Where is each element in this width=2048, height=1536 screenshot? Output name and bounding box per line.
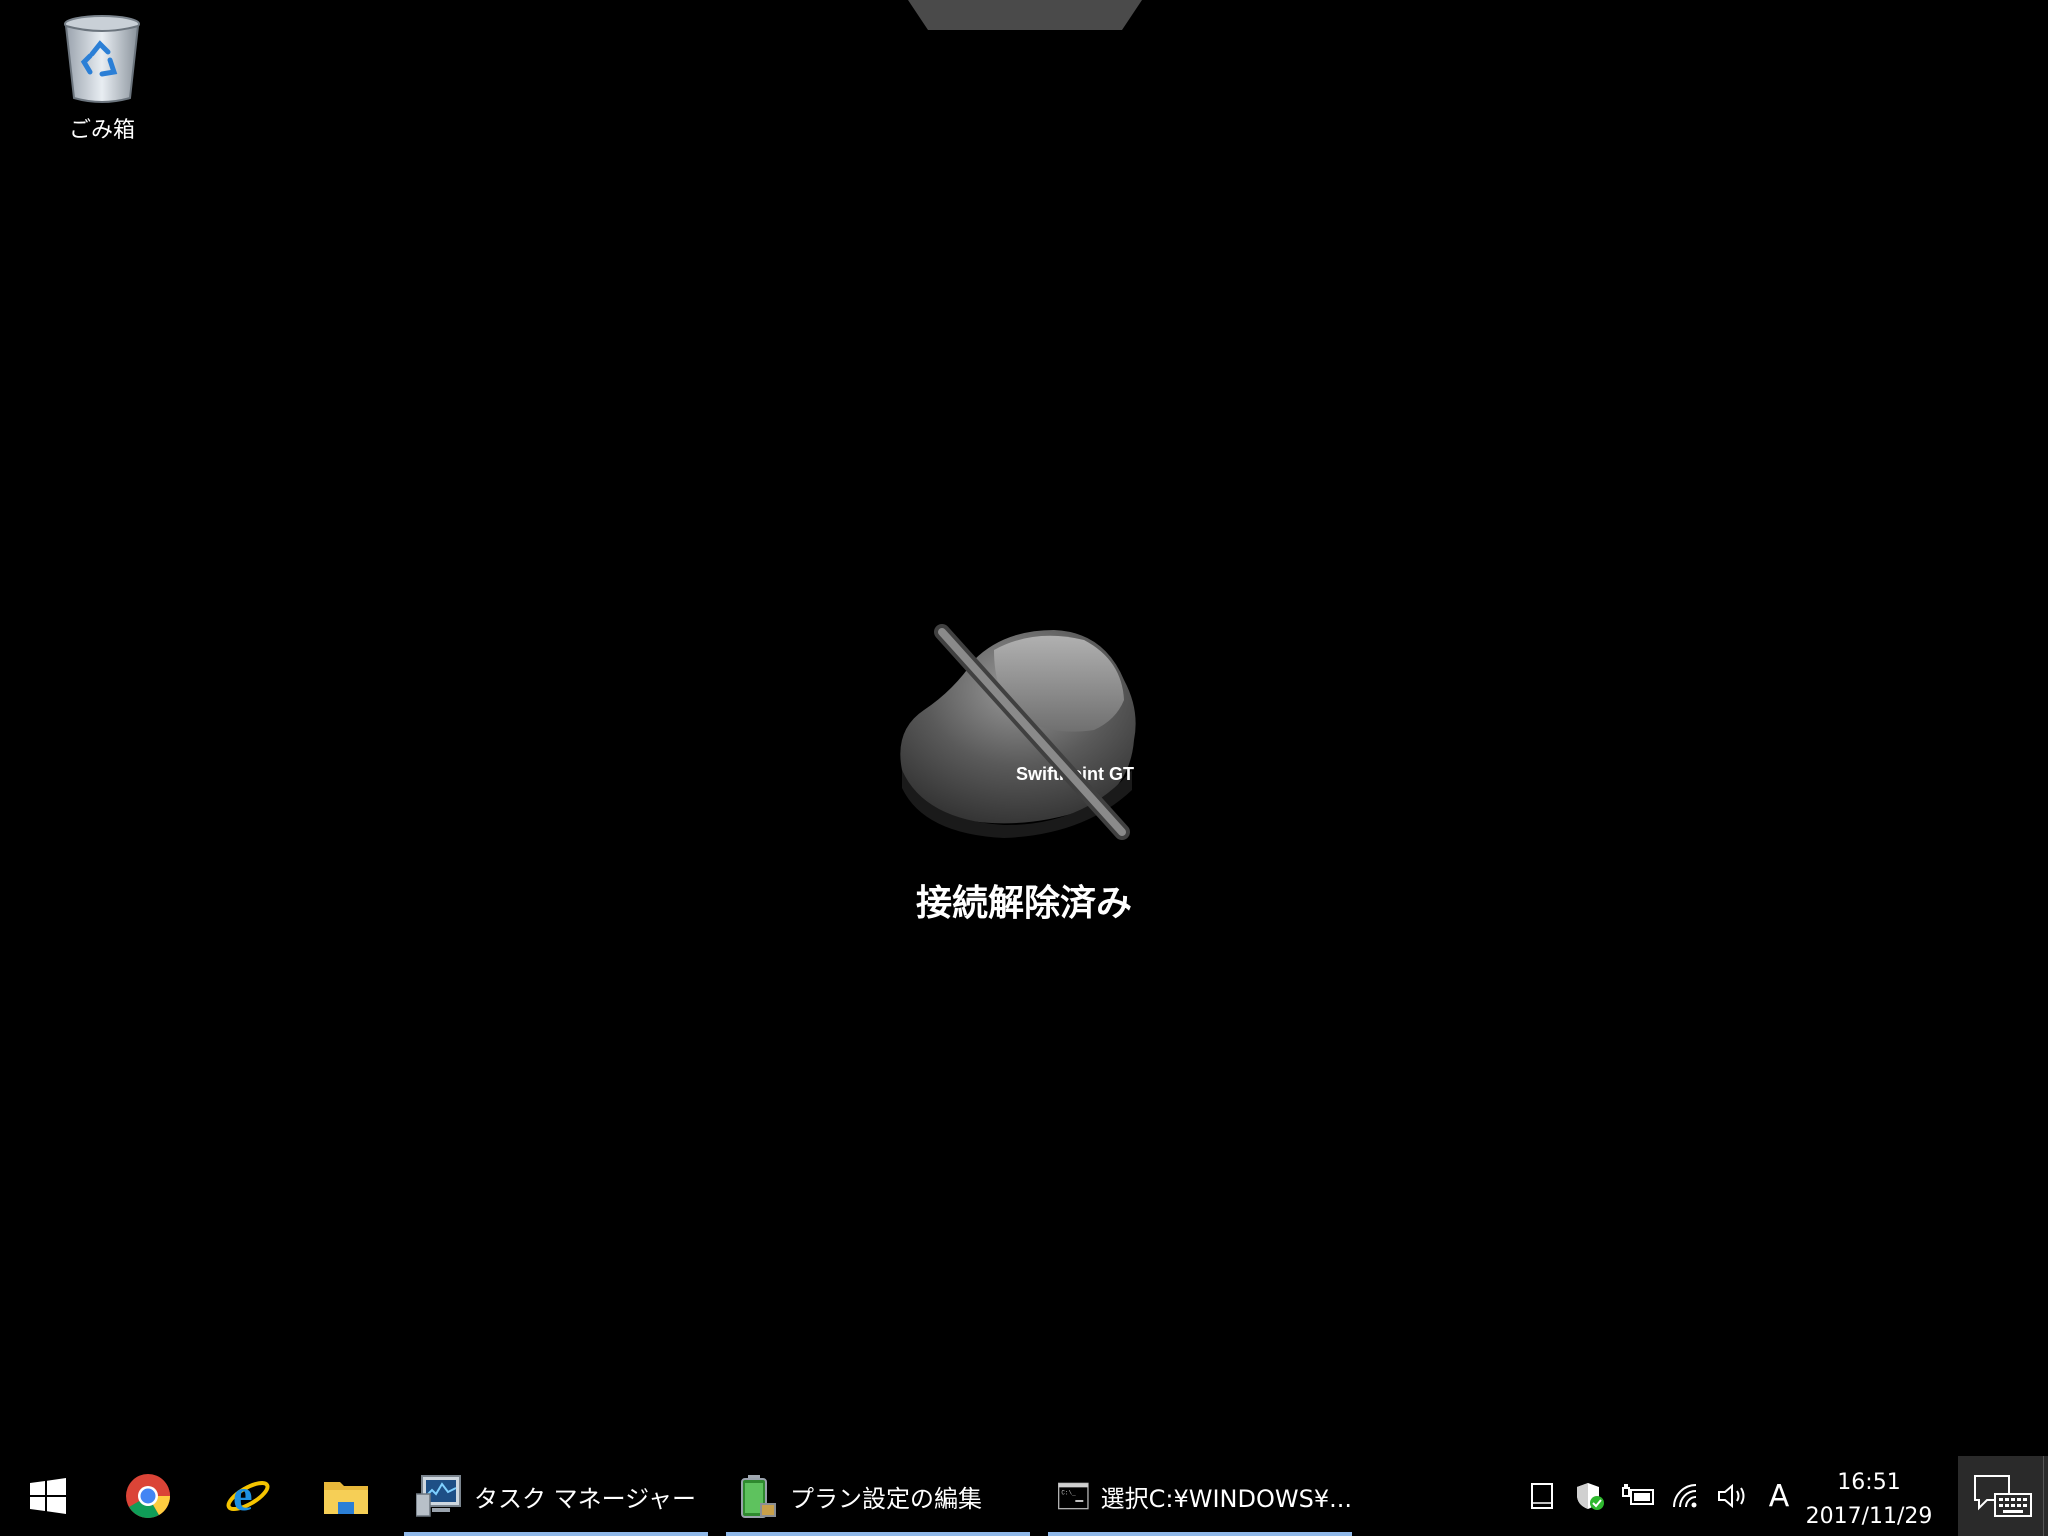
active-indicator [404, 1532, 708, 1536]
chrome-button[interactable] [100, 1456, 196, 1536]
file-explorer-button[interactable] [298, 1456, 394, 1536]
tablet-mode-tray[interactable] [1524, 1456, 1560, 1536]
active-indicator [1048, 1532, 1352, 1536]
power-tray[interactable] [1618, 1456, 1658, 1536]
tablet-icon [1531, 1483, 1553, 1509]
desktop: ごみ箱 SwiftPoint GT 接続解除済み [0, 0, 2048, 1456]
recycle-bin-label: ごみ箱 [68, 118, 135, 143]
taskbar: e タスク マネージャー プラン設定の編集 C:\_ 選択C:¥WINDOWS¥… [0, 1456, 2048, 1536]
disconnected-status-text: 接続解除済み [915, 883, 1132, 924]
active-indicator [726, 1532, 1030, 1536]
network-tray[interactable] [1668, 1456, 1704, 1536]
disconnected-mouse-icon: SwiftPoint GT [900, 624, 1136, 840]
chrome-icon [126, 1474, 170, 1518]
folder-icon [324, 1482, 368, 1514]
power-plan-label: プラン設定の編集 [790, 1484, 982, 1513]
svg-text:C:\_: C:\_ [1061, 1490, 1076, 1497]
show-desktop-button[interactable] [2043, 1456, 2048, 1536]
taskbar-app-power-plan[interactable]: プラン設定の編集 [726, 1456, 1030, 1536]
cmd-icon: C:\_ [1058, 1482, 1089, 1510]
volume-icon [1718, 1483, 1745, 1509]
command-prompt-label: 選択C:¥WINDOWS¥... [1100, 1484, 1352, 1513]
clock-time: 16:51 [1837, 1470, 1901, 1495]
ime-indicator[interactable]: A [1762, 1456, 1796, 1536]
start-button[interactable] [0, 1456, 96, 1536]
battery-plan-icon [741, 1475, 776, 1518]
svg-text:e: e [233, 1473, 253, 1519]
action-center-button[interactable] [1958, 1456, 2048, 1536]
taskbar-app-task-manager[interactable]: タスク マネージャー [404, 1456, 708, 1536]
volume-tray[interactable] [1714, 1456, 1754, 1536]
recycle-bin[interactable]: ごみ箱 [50, 14, 154, 154]
clock-date: 2017/11/29 [1805, 1504, 1933, 1529]
defender-tray[interactable] [1572, 1456, 1608, 1536]
top-pull-tab[interactable] [908, 0, 1142, 30]
task-manager-label: タスク マネージャー [474, 1484, 696, 1513]
defender-icon [1577, 1483, 1604, 1510]
task-manager-icon [416, 1475, 461, 1517]
internet-explorer-button[interactable]: e [200, 1456, 296, 1536]
taskbar-app-command-prompt[interactable]: C:\_ 選択C:¥WINDOWS¥... [1048, 1456, 1352, 1536]
recycle-bin-icon [64, 15, 140, 103]
clock[interactable]: 16:51 2017/11/29 [1804, 1466, 1934, 1534]
windows-logo-icon [30, 1478, 66, 1514]
keyboard-notification-icon [1974, 1475, 2032, 1517]
ie-icon: e [226, 1473, 270, 1519]
wifi-icon [1673, 1484, 1697, 1508]
power-icon [1622, 1484, 1654, 1505]
